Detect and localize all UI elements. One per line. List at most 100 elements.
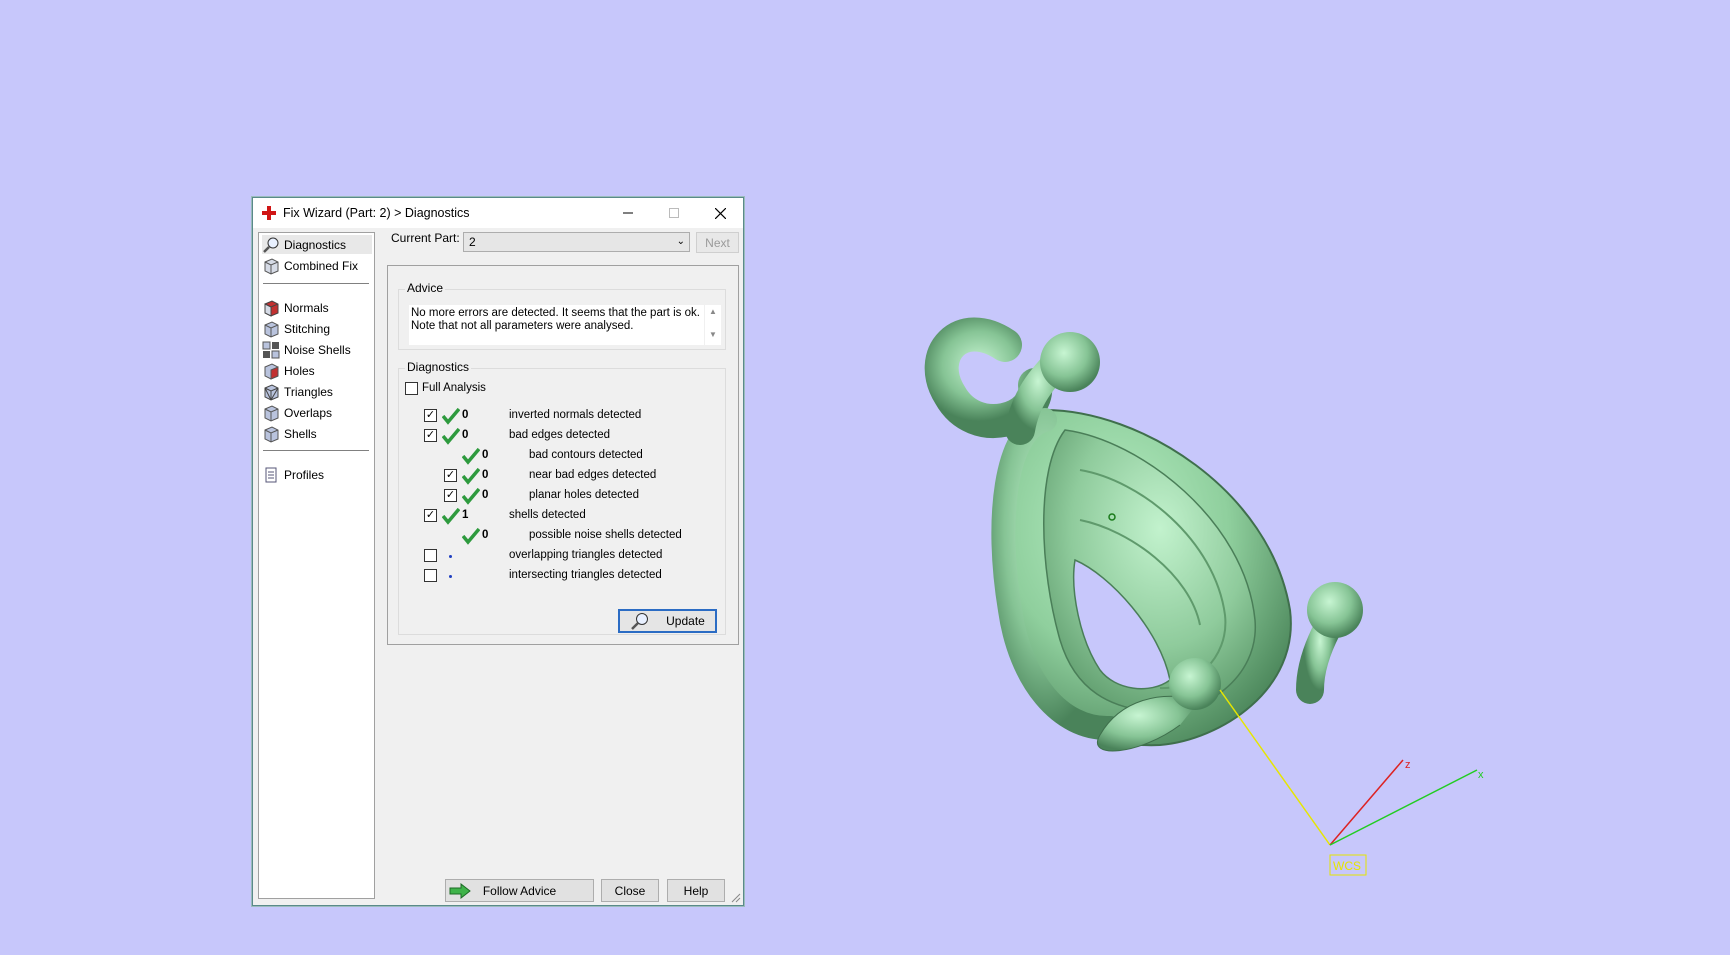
nav-item-stitching[interactable]: Stitching	[262, 319, 330, 338]
nav-item-normals[interactable]: Normals	[262, 298, 329, 317]
nav-item-label: Profiles	[284, 467, 325, 482]
nav-item-profiles[interactable]: Profiles	[262, 465, 324, 484]
overlapping-triangles-checkbox[interactable]	[424, 549, 437, 562]
scroll-up-icon: ▲	[709, 307, 717, 316]
row-count: 0	[482, 469, 489, 481]
advice-line: No more errors are detected. It seems th…	[411, 307, 700, 319]
triangles-cube-icon	[264, 383, 279, 401]
current-part-value: 2	[469, 235, 476, 249]
magnifier-icon	[263, 237, 279, 253]
pending-dot-icon	[449, 555, 452, 558]
bad-edges-checkbox[interactable]: ✓	[424, 429, 437, 442]
shells-checkbox[interactable]: ✓	[424, 509, 437, 522]
check-icon	[442, 507, 460, 525]
update-label: Update	[666, 614, 705, 628]
row-count: 0	[462, 429, 469, 441]
advice-text: No more errors are detected. It seems th…	[409, 305, 704, 345]
row-label: overlapping triangles detected	[509, 549, 663, 561]
title-bar[interactable]: Fix Wizard (Part: 2) > Diagnostics	[253, 198, 743, 228]
magnifier-icon	[631, 613, 649, 630]
advice-scrollbar[interactable]: ▲ ▼	[705, 305, 721, 345]
chevron-down-icon: ⌄	[676, 236, 685, 247]
nav-item-label: Diagnostics	[284, 237, 347, 252]
resize-grip-icon[interactable]	[731, 893, 741, 903]
nav-item-combined-fix[interactable]: Combined Fix	[262, 256, 358, 275]
pending-dot-icon	[449, 575, 452, 578]
nav-separator	[263, 450, 369, 451]
nav-item-overlaps[interactable]: Overlaps	[262, 403, 332, 422]
advice-title: Advice	[405, 281, 446, 295]
minimize-icon	[623, 212, 633, 214]
current-part-label: Current Part:	[391, 231, 460, 245]
holes-cube-icon	[264, 362, 279, 380]
check-icon	[462, 527, 480, 545]
nav-item-label: Shells	[284, 426, 317, 441]
planar-holes-checkbox[interactable]: ✓	[444, 489, 457, 502]
nav-item-triangles[interactable]: Triangles	[262, 382, 333, 401]
arrow-right-icon	[449, 883, 471, 899]
next-button[interactable]: Next	[696, 232, 739, 253]
nav-item-label: Stitching	[284, 321, 331, 336]
row-label: intersecting triangles detected	[509, 569, 662, 581]
close-window-button[interactable]	[697, 198, 743, 228]
row-label: planar holes detected	[529, 489, 639, 501]
nav-item-holes[interactable]: Holes	[262, 361, 315, 380]
diagnostics-panel: Advice No more errors are detected. It s…	[387, 265, 739, 645]
red-cross-icon	[262, 206, 276, 220]
advice-line: Note that not all parameters were analys…	[411, 320, 634, 332]
nav-item-shells[interactable]: Shells	[262, 424, 317, 443]
nav-item-label: Overlaps	[284, 405, 333, 420]
wizard-nav: Diagnostics Combined Fix Normals Stitchi…	[258, 232, 375, 899]
noise-shells-icon	[262, 341, 280, 358]
shells-cube-icon	[264, 425, 279, 443]
help-button[interactable]: Help	[667, 879, 725, 902]
close-icon	[714, 207, 726, 219]
cube-icon	[264, 257, 279, 275]
check-icon	[462, 467, 480, 485]
follow-advice-label: Follow Advice	[482, 883, 557, 898]
maximize-icon	[669, 208, 679, 218]
window-title: Fix Wizard (Part: 2) > Diagnostics	[283, 206, 470, 220]
row-label: bad edges detected	[509, 429, 611, 441]
current-part-select[interactable]: 2 ⌄	[463, 232, 690, 252]
fix-wizard-dialog: Fix Wizard (Part: 2) > Diagnostics Diagn…	[252, 197, 744, 906]
near-bad-edges-checkbox[interactable]: ✓	[444, 469, 457, 482]
follow-advice-button[interactable]: Follow Advice	[445, 879, 594, 902]
check-icon	[442, 427, 460, 445]
inverted-normals-checkbox[interactable]: ✓	[424, 409, 437, 422]
row-count: 0	[482, 529, 489, 541]
axis-z-label: z	[1405, 759, 1411, 771]
row-count: 0	[462, 409, 469, 421]
close-button[interactable]: Close	[601, 879, 659, 902]
check-icon	[442, 407, 460, 425]
row-label: inverted normals detected	[509, 409, 642, 421]
scroll-down-icon: ▼	[709, 330, 717, 339]
intersecting-triangles-checkbox[interactable]	[424, 569, 437, 582]
update-button[interactable]: Update	[618, 609, 717, 633]
document-icon	[265, 467, 277, 482]
normals-cube-icon	[264, 299, 279, 317]
row-label: shells detected	[509, 509, 586, 521]
3d-model-pendant[interactable]	[924, 317, 1363, 752]
advice-group: Advice No more errors are detected. It s…	[398, 281, 726, 350]
nav-item-label: Triangles	[284, 384, 333, 399]
minimize-button[interactable]	[605, 198, 651, 228]
nav-item-noise-shells[interactable]: Noise Shells	[262, 340, 351, 359]
maximize-button[interactable]	[651, 198, 697, 228]
row-label: bad contours detected	[529, 449, 643, 461]
nav-item-diagnostics[interactable]: Diagnostics	[262, 235, 372, 254]
row-label: possible noise shells detected	[529, 529, 682, 541]
nav-separator	[263, 283, 369, 284]
check-icon	[462, 447, 480, 465]
row-count: 0	[482, 489, 489, 501]
row-label: near bad edges detected	[529, 469, 657, 481]
overlaps-cube-icon	[264, 404, 279, 422]
axis-x-label: x	[1478, 769, 1484, 781]
full-analysis-label: Full Analysis	[422, 382, 486, 394]
axis-y-line	[1219, 689, 1331, 846]
row-count: 0	[482, 449, 489, 461]
nav-item-label: Noise Shells	[284, 342, 351, 357]
check-icon	[462, 487, 480, 505]
axis-x-line	[1329, 769, 1478, 846]
full-analysis-checkbox[interactable]	[405, 382, 418, 395]
